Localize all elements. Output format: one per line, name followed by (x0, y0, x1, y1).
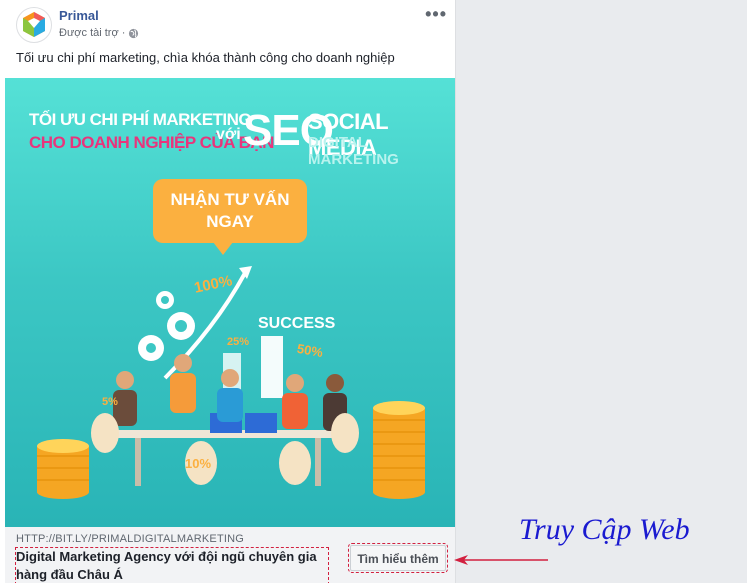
page-avatar[interactable] (16, 7, 52, 43)
more-options-button[interactable]: ••• (425, 4, 447, 25)
label-25-percent: 25% (227, 336, 250, 348)
link-title[interactable]: Digital Marketing Agency với đội ngũ chu… (15, 547, 329, 583)
label-10-percent: 10% (185, 456, 212, 471)
primal-logo-icon (23, 12, 45, 37)
post-header: Primal Được tài trợ · ••• Tối ưu chi phí… (0, 0, 455, 78)
globe-icon (129, 28, 139, 38)
post-text: Tối ưu chi phí marketing, chìa khóa thàn… (16, 50, 395, 65)
sponsored-post: Primal Được tài trợ · ••• Tối ưu chi phí… (0, 0, 456, 583)
page-name[interactable]: Primal (59, 8, 99, 23)
cta-bubble-line2: NGAY (206, 212, 254, 231)
link-url[interactable]: HTTP://BIT.LY/PRIMALDIGITALMARKETING (16, 533, 244, 545)
more-dots-icon: ••• (425, 4, 447, 24)
link-preview-bar[interactable]: HTTP://BIT.LY/PRIMALDIGITALMARKETING Dig… (5, 527, 455, 583)
ad-creative-image[interactable]: TỐI ƯU CHI PHÍ MARKETING CHO DOANH NGHIỆ… (5, 78, 455, 527)
label-5-percent: 5% (102, 396, 118, 408)
label-success: SUCCESS (258, 315, 336, 332)
separator-dot: · (121, 27, 126, 39)
creative-cta-bubble: NHẬN TƯ VẤN NGAY (153, 179, 307, 255)
creative-with-word: với (216, 126, 241, 143)
creative-digital-marketing-text: DIGITAL MARKETING (308, 134, 399, 168)
sponsored-label[interactable]: Được tài trợ (59, 27, 119, 39)
annotation-arrow-icon (454, 555, 548, 565)
sponsored-label-row: Được tài trợ · (59, 27, 139, 39)
cta-bubble-line1: NHẬN TƯ VẤN (170, 190, 290, 209)
learn-more-button[interactable]: Tìm hiểu thêm (348, 543, 448, 573)
annotation-text: Truy Cập Web (519, 513, 690, 546)
